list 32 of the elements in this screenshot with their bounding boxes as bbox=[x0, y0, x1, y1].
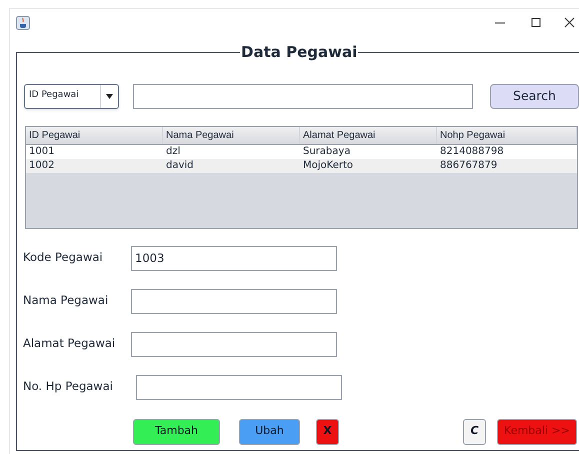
java-cup-icon bbox=[16, 16, 30, 30]
table-cell-text: 1002 bbox=[28, 158, 56, 172]
field-label: Kode Pegawai bbox=[23, 249, 104, 266]
input-field[interactable] bbox=[131, 288, 337, 314]
action-button[interactable]: X bbox=[316, 418, 339, 444]
field-label: No. Hp Pegawai bbox=[23, 378, 114, 396]
action-button[interactable]: Tambah bbox=[133, 418, 220, 444]
column-header[interactable]: ID Pegawai bbox=[26, 126, 163, 144]
input-field[interactable] bbox=[131, 332, 337, 356]
table-cell-text: 8214088798 bbox=[439, 144, 505, 158]
field-label: Alamat Pegawai bbox=[23, 335, 116, 352]
table-cell-text: MojoKerto bbox=[302, 158, 354, 172]
table-cell-text: 1001 bbox=[28, 144, 56, 158]
column-header[interactable]: Nama Pegawai bbox=[163, 126, 300, 144]
table-cell-text: 886767879 bbox=[439, 158, 498, 172]
search-field[interactable] bbox=[133, 84, 473, 108]
panel-title: Data Pegawai bbox=[240, 42, 358, 63]
table-cell-text: Surabaya bbox=[302, 144, 352, 158]
field-label: Nama Pegawai bbox=[23, 292, 110, 310]
close-icon[interactable] bbox=[563, 17, 577, 29]
search-button[interactable]: Search bbox=[490, 84, 579, 108]
table-cell-text: dzl bbox=[165, 144, 182, 158]
action-button[interactable]: C bbox=[463, 418, 486, 444]
input-field[interactable]: 1003 bbox=[131, 246, 337, 270]
filter-value: ID Pegawai bbox=[28, 89, 80, 102]
column-header[interactable]: Alamat Pegawai bbox=[300, 126, 437, 144]
table-cell-text: david bbox=[165, 158, 195, 172]
filter-dropdown[interactable]: ID Pegawai bbox=[24, 84, 119, 108]
action-button[interactable]: Ubah bbox=[239, 418, 300, 444]
caret-icon bbox=[106, 94, 113, 98]
column-header[interactable]: Nohp Pegawai bbox=[437, 126, 577, 144]
input-field[interactable] bbox=[136, 374, 342, 400]
